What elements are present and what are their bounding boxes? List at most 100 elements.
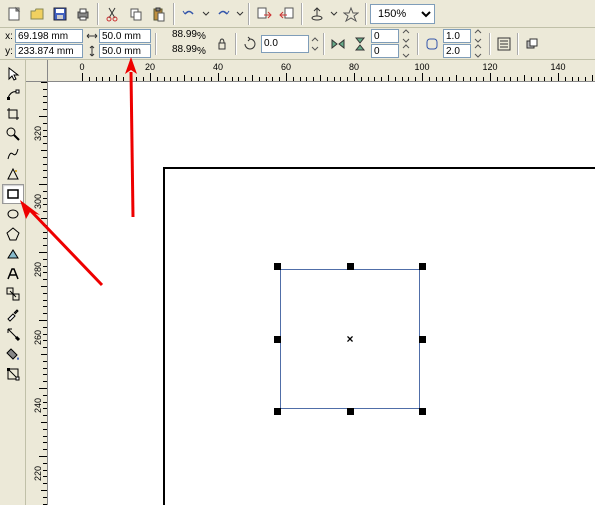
text-tool[interactable] [2, 264, 24, 284]
fill-tool[interactable] [2, 344, 24, 364]
resize-handle-w[interactable] [274, 336, 281, 343]
crop-tool[interactable] [2, 104, 24, 124]
resize-handle-se[interactable] [419, 408, 426, 415]
ruler-tick [43, 211, 47, 212]
ruler-tick [510, 77, 511, 81]
cut-button[interactable] [102, 3, 124, 25]
ruler-tick [361, 77, 362, 81]
interactive-fill-tool[interactable] [2, 364, 24, 384]
spin2-input[interactable] [443, 44, 471, 58]
ruler-tick [109, 77, 110, 81]
rotation-input[interactable] [261, 35, 309, 53]
width-input[interactable] [99, 29, 151, 43]
undo-button[interactable] [178, 3, 200, 25]
corner-b-input[interactable] [371, 44, 399, 58]
ruler-tick [43, 442, 47, 443]
welcome-button[interactable] [340, 3, 362, 25]
ruler-tick [43, 272, 47, 273]
polygon-tool[interactable] [2, 224, 24, 244]
copy-button[interactable] [125, 3, 147, 25]
round-corner-button[interactable] [421, 33, 443, 55]
eyedropper-tool[interactable] [2, 304, 24, 324]
spinner-icon[interactable] [471, 44, 485, 58]
spinner-icon[interactable] [399, 29, 413, 43]
spinner-icon[interactable] [471, 29, 485, 43]
ruler-tick [497, 77, 498, 81]
wrap-text-button[interactable] [493, 33, 515, 55]
scale-block: 88.99 % 88.99 % [159, 29, 209, 58]
ruler-tick [334, 77, 335, 81]
ruler-tick [170, 77, 171, 81]
ruler-tick [313, 77, 314, 81]
app-dropdown[interactable] [329, 3, 339, 25]
ruler-tick [43, 157, 47, 158]
redo-dropdown[interactable] [235, 3, 245, 25]
drawing-canvas[interactable]: × [48, 82, 595, 505]
save-button[interactable] [49, 3, 71, 25]
undo-dropdown[interactable] [201, 3, 211, 25]
ruler-tick [150, 73, 151, 81]
spinner-icon[interactable] [399, 44, 413, 58]
resize-handle-sw[interactable] [274, 408, 281, 415]
ruler-tick [43, 313, 47, 314]
resize-handle-ne[interactable] [419, 263, 426, 270]
ruler-tick [191, 77, 192, 81]
ruler-tick [422, 73, 423, 81]
rotation-spinner[interactable] [309, 33, 321, 55]
ruler-tick [164, 77, 165, 81]
rectangle-tool[interactable] [2, 184, 24, 204]
ruler-tick [456, 75, 457, 81]
main-area: 020406080100120140160 180200220240260280… [0, 60, 595, 505]
shape-tool[interactable] [2, 84, 24, 104]
outline-tool[interactable] [2, 324, 24, 344]
ruler-tick [43, 130, 47, 131]
app-launcher-button[interactable] [306, 3, 328, 25]
to-front-button[interactable] [521, 33, 543, 55]
spin1-input[interactable] [443, 29, 471, 43]
import-button[interactable] [253, 3, 275, 25]
ruler-tick [388, 75, 389, 81]
zoom-select[interactable]: 150% [370, 4, 435, 24]
ruler-tick [43, 191, 47, 192]
redo-button[interactable] [212, 3, 234, 25]
open-button[interactable] [26, 3, 48, 25]
ruler-label: 40 [213, 62, 223, 72]
ruler-tick [320, 75, 321, 81]
mirror-v-button[interactable] [349, 33, 371, 55]
ruler-tick [252, 75, 253, 81]
resize-handle-s[interactable] [347, 408, 354, 415]
print-button[interactable] [72, 3, 94, 25]
zoom-tool[interactable] [2, 124, 24, 144]
resize-handle-e[interactable] [419, 336, 426, 343]
ruler-tick [327, 77, 328, 81]
ruler-tick [558, 73, 559, 81]
lock-ratio-button[interactable] [211, 33, 233, 55]
ruler-tick [470, 77, 471, 81]
vertical-ruler[interactable]: 180200220240260280300320 [26, 82, 48, 505]
ruler-tick [449, 77, 450, 81]
x-position-input[interactable] [15, 29, 83, 43]
resize-handle-n[interactable] [347, 263, 354, 270]
position-block: x: y: [3, 29, 83, 58]
ruler-tick [43, 497, 47, 498]
ellipse-tool[interactable] [2, 204, 24, 224]
ruler-tick [504, 77, 505, 81]
ruler-tick [517, 77, 518, 81]
horizontal-ruler[interactable]: 020406080100120140160 [48, 60, 595, 82]
interactive-blend-tool[interactable] [2, 284, 24, 304]
paste-button[interactable] [148, 3, 170, 25]
mirror-h-button[interactable] [327, 33, 349, 55]
smart-draw-tool[interactable] [2, 164, 24, 184]
separator [97, 3, 99, 25]
basic-shapes-tool[interactable] [2, 244, 24, 264]
new-button[interactable] [3, 3, 25, 25]
ruler-tick [266, 77, 267, 81]
resize-handle-nw[interactable] [274, 263, 281, 270]
corner-a-input[interactable] [371, 29, 399, 43]
freehand-tool[interactable] [2, 144, 24, 164]
y-position-input[interactable] [15, 44, 83, 58]
export-button[interactable] [276, 3, 298, 25]
percent-sign: % [197, 46, 209, 57]
pick-tool[interactable] [2, 64, 24, 84]
height-input[interactable] [99, 44, 151, 58]
